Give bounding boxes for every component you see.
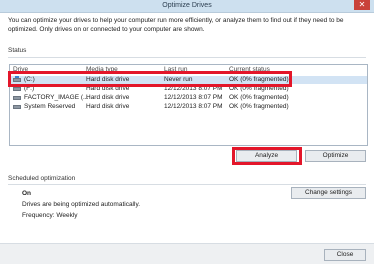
status-section-label: Status bbox=[8, 47, 27, 54]
optimize-button[interactable]: Optimize bbox=[305, 150, 366, 162]
schedule-description: Drives are being optimized automatically… bbox=[22, 201, 141, 208]
drive-row-system-reserved[interactable]: System Reserved Hard disk drive 12/12/20… bbox=[10, 103, 367, 111]
scheduled-divider bbox=[8, 184, 366, 185]
intro-text: You can optimize your drives to help you… bbox=[8, 17, 344, 33]
drive-media-type: Hard disk drive bbox=[86, 103, 130, 110]
hard-drive-icon bbox=[13, 105, 21, 109]
drive-row-factory-image[interactable]: FACTORY_IMAGE (... Hard disk drive 12/12… bbox=[10, 94, 367, 102]
hard-drive-icon bbox=[13, 87, 21, 91]
footer-bar: Close bbox=[0, 243, 374, 264]
analyze-button-highlight bbox=[232, 147, 302, 165]
status-divider bbox=[8, 57, 366, 58]
drive-last-run: 12/12/2013 8:07 PM bbox=[164, 103, 223, 110]
change-settings-button[interactable]: Change settings bbox=[291, 187, 366, 199]
drive-name: System Reserved bbox=[24, 103, 76, 110]
scheduled-section-label: Scheduled optimization bbox=[8, 175, 76, 182]
drive-name: FACTORY_IMAGE (... bbox=[24, 94, 89, 101]
hard-drive-icon bbox=[13, 96, 21, 100]
drive-last-run: 12/12/2013 8:07 PM bbox=[164, 94, 223, 101]
close-button[interactable]: Close bbox=[324, 249, 366, 261]
schedule-state: On bbox=[22, 190, 32, 197]
title-bar: Optimize Drives ✕ bbox=[0, 0, 374, 13]
drive-status: OK (0% fragmented) bbox=[229, 103, 289, 110]
window-close-button[interactable]: ✕ bbox=[354, 0, 370, 10]
window-title: Optimize Drives bbox=[162, 2, 212, 9]
drive-row-highlight bbox=[8, 71, 292, 87]
drive-status: OK (0% fragmented) bbox=[229, 94, 289, 101]
drive-media-type: Hard disk drive bbox=[86, 94, 130, 101]
schedule-frequency: Frequency: Weekly bbox=[22, 212, 78, 219]
